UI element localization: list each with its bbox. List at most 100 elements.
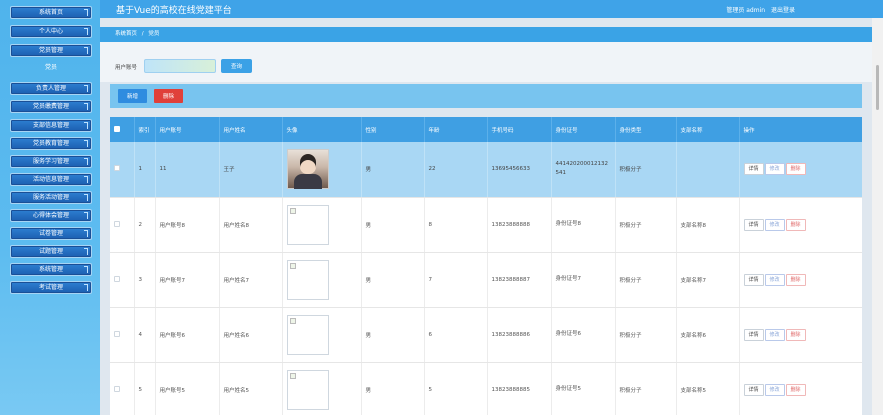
sidebar-item-service-activity[interactable]: 服务活动管理 <box>10 191 92 204</box>
avatar-cell <box>282 362 362 415</box>
avatar-broken-image <box>286 314 329 355</box>
sidebar-item-label: 服务活动管理 <box>32 194 69 201</box>
page-scrollbar[interactable] <box>872 18 883 415</box>
sidebar-item-questions[interactable]: 试题管理 <box>10 245 92 258</box>
sidebar-item-branch[interactable]: 支部信息管理 <box>10 119 92 132</box>
row-select-cell[interactable] <box>110 142 135 198</box>
logout-link[interactable]: 退出登录 <box>771 7 795 14</box>
corner-deco-icon <box>84 28 88 35</box>
corner-deco-icon <box>84 85 88 92</box>
name-cell: 用户姓名8 <box>219 197 283 253</box>
sidebar-item-system[interactable]: 系统管理 <box>10 263 92 276</box>
table-row[interactable]: 3 用户账号7 用户姓名7 男 7 13823888887 身份证号7 积极分子 支部名称7 详情… <box>110 252 862 308</box>
avatar-photo <box>286 149 329 190</box>
sidebar-item-profile[interactable]: 个人中心 <box>10 25 92 38</box>
column-header: 年龄 <box>424 117 488 142</box>
row-checkbox[interactable] <box>114 220 120 227</box>
members-table: 索引 用户账号 用户姓名 头像 性别 年龄 手机号码 身份证号 身份类型 支部名… <box>110 117 862 415</box>
index-cell: 1 <box>134 142 156 198</box>
sidebar-item-label: 个人中心 <box>38 28 63 35</box>
select-all-header[interactable] <box>110 117 135 142</box>
delete-button[interactable]: 删除 <box>785 163 806 176</box>
avatar-cell <box>282 197 362 253</box>
account-cell: 用户账号5 <box>155 362 220 415</box>
sidebar-item-label: 支部信息管理 <box>32 122 69 129</box>
broken-image-icon <box>289 317 296 324</box>
avatar-shirt <box>293 174 322 190</box>
edit-button[interactable]: 修改 <box>764 273 785 286</box>
row-select-cell[interactable] <box>110 252 135 308</box>
branch-cell: 支部名称5 <box>676 362 740 415</box>
edit-button[interactable]: 修改 <box>764 218 785 231</box>
column-header: 用户姓名 <box>219 117 283 142</box>
phone-cell: 13823888885 <box>487 362 552 415</box>
table-header-row: 索引 用户账号 用户姓名 头像 性别 年龄 手机号码 身份证号 身份类型 支部名… <box>110 117 862 142</box>
column-header: 手机号码 <box>487 117 552 142</box>
branch-cell: 支部名称6 <box>676 307 740 363</box>
row-checkbox[interactable] <box>114 275 120 282</box>
id-number-cell: 身份证号6 <box>551 307 616 363</box>
detail-button[interactable]: 详情 <box>743 218 764 231</box>
scrollbar-thumb[interactable] <box>876 65 879 110</box>
add-button[interactable]: 新增 <box>118 89 147 103</box>
search-button[interactable]: 查询 <box>221 59 252 73</box>
sidebar-item-activity-info[interactable]: 活动信息管理 <box>10 173 92 186</box>
row-checkbox[interactable] <box>114 330 120 337</box>
breadcrumb-separator: / <box>141 31 144 37</box>
row-select-cell[interactable] <box>110 362 135 415</box>
edit-button[interactable]: 修改 <box>764 163 785 176</box>
identity-cell: 积极分子 <box>615 362 677 415</box>
table-row[interactable]: 1 11 王子男 22 13695456633 441420200012132541 积极分… <box>110 142 862 198</box>
sidebar-item-leaders[interactable]: 负责人管理 <box>10 82 92 95</box>
sidebar-item-home[interactable]: 系统首页 <box>10 6 92 19</box>
avatar-cell <box>282 252 362 308</box>
detail-button[interactable]: 详情 <box>743 328 764 341</box>
broken-image-icon <box>289 207 296 214</box>
id-number-cell: 441420200012132541 <box>551 142 616 198</box>
row-select-cell[interactable] <box>110 307 135 363</box>
age-cell: 22 <box>424 142 488 198</box>
table-row[interactable]: 2 用户账号8 用户姓名8 男 8 13823888888 身份证号8 积极分子 支部名称8 详情… <box>110 197 862 253</box>
delete-button[interactable]: 删除 <box>785 383 806 396</box>
delete-button[interactable]: 删除 <box>785 273 806 286</box>
corner-deco-icon <box>84 158 88 165</box>
sidebar-item-study[interactable]: 服务学习管理 <box>10 155 92 168</box>
account-cell: 11 <box>155 142 220 198</box>
corner-deco-icon <box>84 103 88 110</box>
sidebar-item-members[interactable]: 党员管理 <box>10 44 92 57</box>
sidebar-item-education[interactable]: 党员教育管理 <box>10 137 92 150</box>
corner-deco-icon <box>84 176 88 183</box>
row-select-cell[interactable] <box>110 197 135 253</box>
edit-button[interactable]: 修改 <box>764 383 785 396</box>
delete-button[interactable]: 删除 <box>785 218 806 231</box>
identity-cell: 积极分子 <box>615 142 677 198</box>
delete-button[interactable]: 删除 <box>785 328 806 341</box>
age-cell: 7 <box>424 252 488 308</box>
detail-button[interactable]: 详情 <box>743 163 764 176</box>
table-row[interactable]: 5 用户账号5 用户姓名5 男 5 13823888885 身份证号5 积极分子 支部名称5 详情… <box>110 362 862 415</box>
gender-cell: 男 <box>361 307 425 363</box>
table-row[interactable]: 4 用户账号6 用户姓名6 男 6 13823888886 身份证号6 积极分子 支部名称6 详情… <box>110 307 862 363</box>
detail-button[interactable]: 详情 <box>743 273 764 286</box>
sidebar-item-fees[interactable]: 党员缴费管理 <box>10 100 92 113</box>
sidebar-item-label: 负责人管理 <box>35 85 66 92</box>
sidebar-item-experience[interactable]: 心得体会管理 <box>10 209 92 222</box>
edit-button[interactable]: 修改 <box>764 328 785 341</box>
sidebar-item-papers[interactable]: 试卷管理 <box>10 227 92 240</box>
detail-button[interactable]: 详情 <box>743 383 764 396</box>
breadcrumb-home[interactable]: 系统首页 <box>115 31 137 37</box>
column-header: 用户账号 <box>155 117 220 142</box>
account-search-input[interactable] <box>144 59 216 73</box>
corner-deco-icon <box>84 248 88 255</box>
select-all-checkbox[interactable] <box>114 125 120 132</box>
identity-cell: 积极分子 <box>615 307 677 363</box>
corner-deco-icon <box>84 194 88 201</box>
batch-delete-button[interactable]: 删除 <box>154 89 183 103</box>
row-checkbox[interactable] <box>114 165 120 172</box>
sidebar-item-exams[interactable]: 考试管理 <box>10 281 92 294</box>
broken-image-icon <box>289 372 296 379</box>
sidebar-item-label: 服务学习管理 <box>32 158 69 165</box>
sidebar-item-label: 党员管理 <box>38 47 63 54</box>
sidebar-subitem-members[interactable]: 党员 <box>10 62 92 71</box>
row-checkbox[interactable] <box>114 385 120 392</box>
